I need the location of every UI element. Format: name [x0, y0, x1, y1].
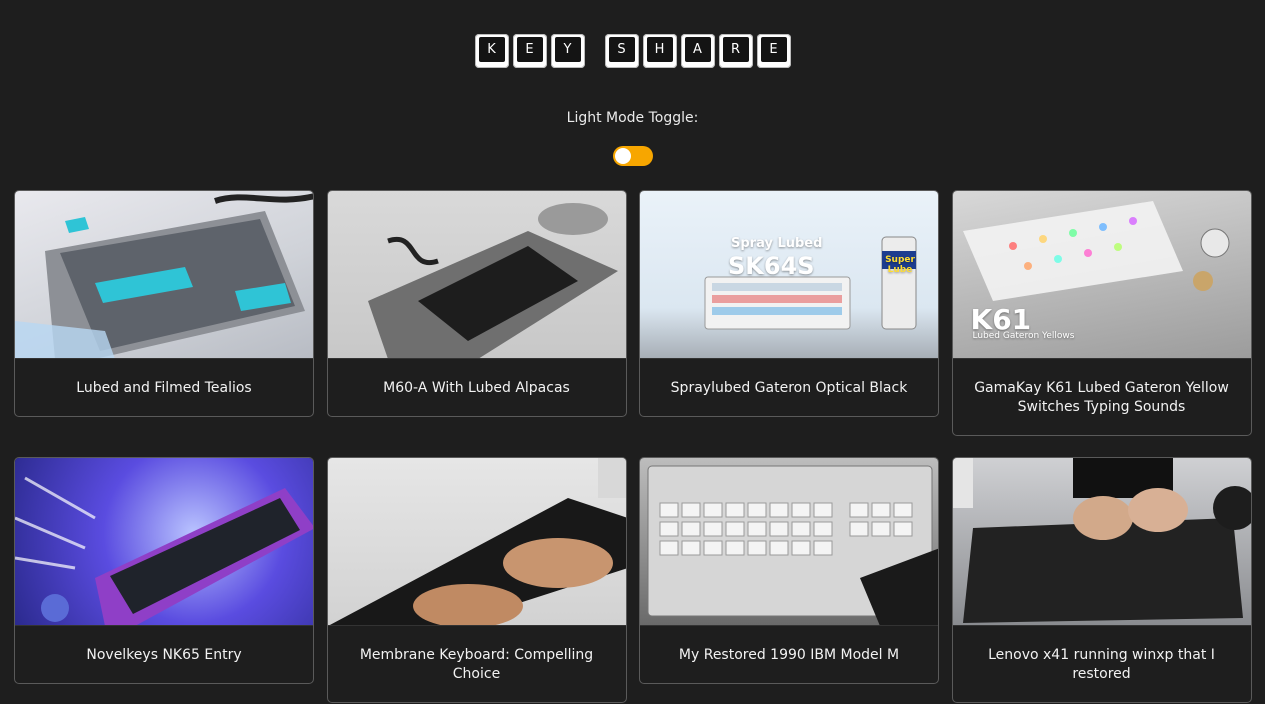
video-thumbnail — [327, 458, 626, 626]
video-thumbnail — [327, 191, 626, 359]
video-thumbnail: K61 Lubed Gateron Yellows — [952, 191, 1251, 359]
logo-keycap: A — [680, 34, 715, 68]
keyboard-image — [15, 476, 313, 625]
logo-keycap: H — [642, 34, 677, 68]
keyboard-image — [647, 465, 938, 625]
video-card[interactable]: Spray Lubed SK64S Super Lube Spraylubed … — [639, 190, 939, 417]
video-grid: Lubed and Filmed Tealios M60-A With Lube… — [14, 190, 1252, 703]
video-card[interactable]: Novelkeys NK65 Entry — [14, 457, 314, 684]
logo-word-key: K E Y — [474, 34, 585, 68]
video-title: Lenovo x41 running winxp that I restored — [988, 647, 1215, 682]
logo-word-share: S H A R E — [604, 34, 791, 68]
video-card[interactable]: K61 Lubed Gateron Yellows GamaKay K61 Lu… — [951, 190, 1252, 436]
light-mode-toggle-label: Light Mode Toggle: — [566, 110, 699, 126]
site-logo: K E Y S H A R E — [0, 34, 1265, 68]
video-card[interactable]: Membrane Keyboard: Compelling Choice — [326, 457, 627, 703]
video-thumbnail — [952, 458, 1251, 626]
video-title: GamaKay K61 Lubed Gateron Yellow Switche… — [974, 380, 1229, 415]
thumbnail-caption: Lubed Gateron Yellows — [972, 331, 1075, 341]
video-title: My Restored 1990 IBM Model M — [678, 647, 900, 663]
logo-keycap: E — [756, 34, 791, 68]
video-thumbnail — [15, 191, 313, 359]
thumbnail-caption: Spray Lubed — [731, 236, 823, 251]
keyboard-image — [15, 193, 313, 358]
video-title: Lubed and Filmed Tealios — [76, 380, 252, 396]
video-card[interactable]: My Restored 1990 IBM Model M — [639, 457, 939, 684]
keyboard-image — [329, 458, 626, 625]
thumbnail-caption: Super Lube — [885, 255, 915, 275]
logo-keycap: Y — [550, 34, 585, 68]
thumbnail-caption: SK64S — [728, 252, 815, 280]
logo-keycap: R — [718, 34, 753, 68]
video-thumbnail — [15, 458, 313, 626]
video-title: Novelkeys NK65 Entry — [86, 647, 242, 663]
keyboard-image — [367, 203, 618, 358]
logo-keycap: K — [474, 34, 509, 68]
logo-keycap: S — [604, 34, 639, 68]
video-thumbnail — [640, 458, 938, 626]
video-card[interactable]: Lenovo x41 running winxp that I restored — [951, 457, 1252, 703]
video-card[interactable]: Lubed and Filmed Tealios — [14, 190, 314, 417]
video-card[interactable]: M60-A With Lubed Alpacas — [326, 190, 627, 417]
logo-keycap: E — [512, 34, 547, 68]
keyboard-image — [952, 458, 1251, 623]
toggle-knob — [615, 148, 631, 164]
light-mode-toggle[interactable] — [613, 146, 653, 166]
video-title: Membrane Keyboard: Compelling Choice — [359, 647, 594, 682]
video-title: Spraylubed Gateron Optical Black — [670, 380, 908, 396]
video-title: M60-A With Lubed Alpacas — [383, 380, 570, 396]
video-thumbnail: Spray Lubed SK64S Super Lube — [640, 191, 938, 359]
